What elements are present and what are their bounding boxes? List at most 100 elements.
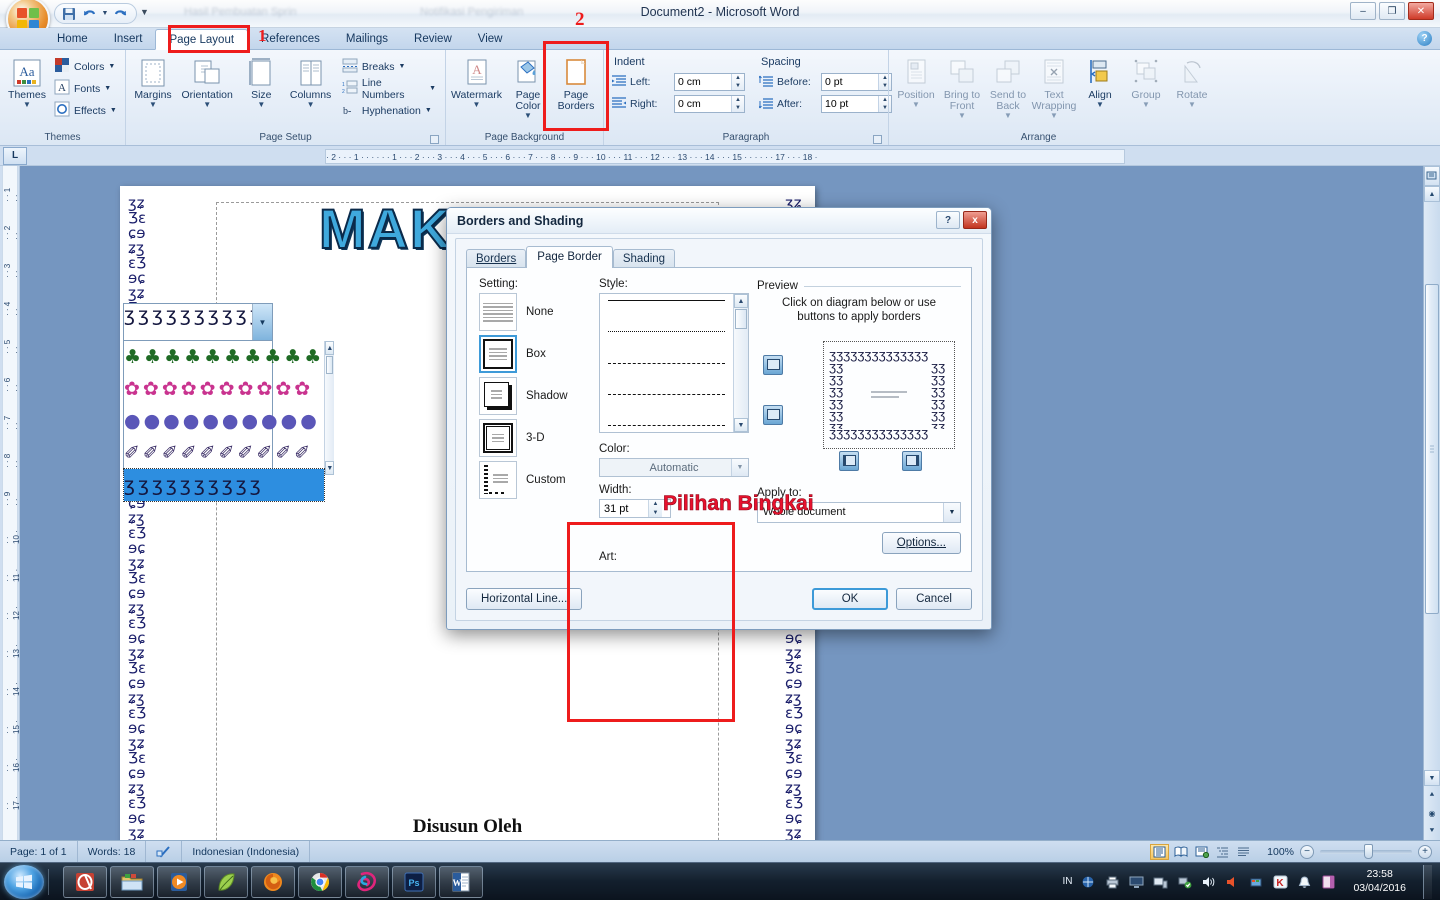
next-page-button[interactable]: ⯆ [1424, 822, 1440, 840]
speaker-icon[interactable] [1225, 874, 1240, 889]
taskbar-clock[interactable]: 23:58 03/04/2016 [1345, 868, 1414, 894]
preview-bottom-border-button[interactable] [763, 404, 783, 425]
art-combobox[interactable]: ʒʒʒʒʒʒʒʒʒʒ ▼ [123, 303, 273, 341]
send-to-back-button[interactable]: Send to Back ▼ [985, 55, 1031, 121]
style-scroll-track[interactable] [734, 330, 748, 418]
spell-check-icon[interactable] [146, 841, 183, 862]
preview-left-border-button[interactable] [839, 450, 859, 471]
task bar-item-skype[interactable] [345, 865, 389, 898]
tab-page-layout[interactable]: Page Layout [155, 29, 249, 50]
browse-object-button[interactable]: ◉ [1424, 804, 1440, 822]
orientation-button[interactable]: Orientation ▼ [178, 55, 236, 110]
spacing-before-stepper[interactable]: ▲▼ [821, 73, 892, 91]
spacing-after-stepper[interactable]: ▲▼ [821, 95, 892, 113]
zoom-control[interactable]: 100% − + [1259, 843, 1440, 859]
fonts-chevron-down-icon[interactable]: ▼ [104, 85, 111, 92]
printer-icon[interactable] [1105, 874, 1120, 889]
page-color-chevron-down-icon[interactable]: ▼ [524, 112, 532, 119]
page-setup-dialog-launcher[interactable] [430, 135, 439, 144]
tab-insert[interactable]: Insert [101, 28, 156, 49]
orientation-chevron-down-icon[interactable]: ▼ [203, 101, 211, 108]
art-scroll-thumb[interactable] [326, 356, 334, 374]
style-item-dash-medium[interactable] [608, 393, 725, 395]
style-item-dotted[interactable] [608, 331, 725, 333]
cancel-button[interactable]: Cancel [896, 588, 972, 610]
indent-right-input[interactable] [675, 96, 731, 112]
style-scroll-down-button[interactable]: ▼ [734, 418, 748, 432]
colors-chevron-down-icon[interactable]: ▼ [108, 63, 115, 70]
breaks-chevron-down-icon[interactable]: ▼ [399, 63, 406, 70]
taskbar-item-foxit[interactable] [63, 865, 107, 898]
vertical-scrollbar[interactable]: ▲ ▼ ⯅ ◉ ⯆ [1423, 166, 1440, 840]
setting-option-custom[interactable]: Custom [479, 461, 589, 499]
color-dropdown[interactable]: Automatic ▼ [599, 458, 749, 477]
line-numbers-chevron-down-icon[interactable]: ▼ [429, 85, 436, 92]
width-stepper[interactable]: ▲▼ [599, 499, 671, 518]
select-browse-object-icon[interactable] [1424, 166, 1440, 186]
monitor-icon[interactable] [1129, 874, 1144, 889]
breaks-button[interactable]: Breaks ▼ [340, 56, 441, 77]
preview-diagram[interactable]: ʒʒʒʒʒʒʒʒʒʒʒʒʒʒ ʒʒʒʒʒʒʒʒʒʒʒʒʒʒ ʒʒ ʒʒ ʒʒ ʒʒ ʒʒ… [823, 340, 955, 449]
paragraph-dialog-launcher[interactable] [873, 135, 882, 144]
dialog-tab-shading[interactable]: Shading [612, 249, 676, 268]
network-icon[interactable] [1081, 874, 1096, 889]
show-desktop-button[interactable] [1423, 864, 1432, 899]
tab-stop-selector[interactable]: L [3, 146, 27, 165]
size-button[interactable]: Size ▼ [238, 55, 284, 110]
columns-button[interactable]: Columns ▼ [286, 55, 335, 110]
bring-to-front-button[interactable]: Bring to Front ▼ [939, 55, 985, 121]
vertical-ruler[interactable]: · · 1 · · · · 2 · · · · 3 · · · · 4 · · · · … [0, 166, 20, 840]
style-item-dash-long[interactable] [608, 362, 725, 364]
text-wrapping-button[interactable]: Text Wrapping ▼ [1031, 55, 1077, 121]
position-chevron-down-icon[interactable]: ▼ [912, 101, 920, 108]
tab-view[interactable]: View [465, 28, 516, 49]
dialog-help-button[interactable]: ? [936, 211, 960, 229]
tab-review[interactable]: Review [401, 28, 465, 49]
document-subtitle[interactable]: Disusun Oleh [120, 816, 815, 838]
indent-right-arrows[interactable]: ▲ ▼ [731, 96, 744, 112]
send-to-back-chevron-down-icon[interactable]: ▼ [1004, 112, 1012, 119]
spacing-before-input[interactable] [822, 74, 878, 90]
minimize-button[interactable]: – [1350, 2, 1376, 20]
size-chevron-down-icon[interactable]: ▼ [257, 101, 265, 108]
full-screen-reading-view-button[interactable] [1171, 844, 1190, 860]
setting-option-shadow[interactable]: Shadow [479, 377, 589, 415]
width-arrows[interactable]: ▲ ▼ [648, 500, 662, 517]
dialog-close-button[interactable]: x [963, 211, 987, 229]
align-button[interactable]: Align ▼ [1077, 55, 1123, 110]
kaspersky-icon[interactable]: K [1273, 874, 1288, 889]
tab-home[interactable]: Home [44, 28, 101, 49]
hyphenation-button[interactable]: b- Hyphenation ▼ [340, 100, 441, 121]
ruler-scale[interactable]: · 2 · · · 1 · · · · · · 1 · · · 2 · · · … [325, 149, 1125, 164]
help-icon[interactable]: ? [1417, 31, 1432, 46]
style-scroll-up-button[interactable]: ▲ [734, 294, 748, 308]
restore-button[interactable]: ❐ [1379, 2, 1405, 20]
options-button[interactable]: Options... [881, 531, 961, 554]
color-chevron-down-icon[interactable]: ▼ [731, 459, 748, 476]
status-page[interactable]: Page: 1 of 1 [0, 841, 78, 862]
page-borders-button[interactable]: Page Borders [553, 55, 599, 114]
setting-option-none[interactable]: None [479, 293, 589, 331]
onenote-icon[interactable] [1321, 874, 1336, 889]
scroll-up-button[interactable]: ▲ [1424, 186, 1440, 202]
align-chevron-down-icon[interactable]: ▼ [1096, 101, 1104, 108]
device-icon[interactable] [1153, 874, 1168, 889]
indent-left-input[interactable] [675, 74, 731, 90]
watermark-chevron-down-icon[interactable]: ▼ [473, 101, 481, 108]
safely-remove-icon[interactable] [1177, 874, 1192, 889]
indent-left-arrows[interactable]: ▲ ▼ [731, 74, 744, 90]
taskbar-item-photoshop[interactable]: Ps [392, 865, 436, 898]
themes-button[interactable]: Aa Themes ▼ [4, 55, 50, 110]
art-option-hot-air-balloons-art[interactable]: ●●●●●●●●●● [124, 405, 324, 437]
width-input[interactable] [600, 502, 648, 515]
style-scroll-thumb[interactable] [735, 309, 747, 329]
scroll-thumb[interactable] [1425, 284, 1439, 614]
margins-button[interactable]: Margins ▼ [130, 55, 176, 110]
graphics-icon[interactable] [1249, 874, 1264, 889]
preview-top-border-button[interactable] [763, 354, 783, 375]
ok-button[interactable]: OK [812, 588, 888, 610]
horizontal-ruler[interactable]: L · 2 · · · 1 · · · · · · 1 · · · 2 · · … [0, 146, 1440, 166]
scroll-down-button[interactable]: ▼ [1424, 770, 1440, 786]
taskbar-item-explorer[interactable] [110, 865, 154, 898]
taskbar-item-chrome[interactable] [298, 865, 342, 898]
